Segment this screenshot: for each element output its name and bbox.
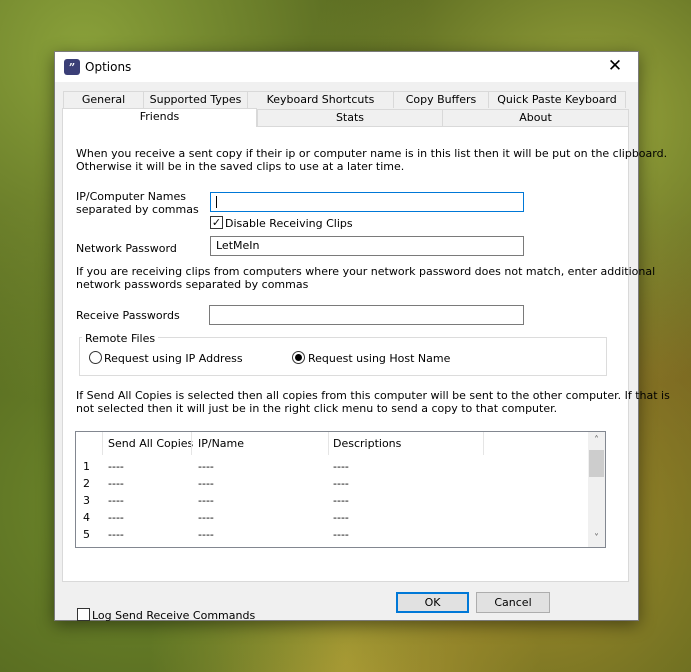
tab-stats[interactable]: Stats [257, 109, 443, 126]
cell-send-all[interactable]: ---- [108, 477, 124, 490]
row-number: 5 [83, 528, 90, 541]
receive-passwords-input[interactable] [209, 305, 524, 325]
app-logo-icon: ” [64, 59, 80, 75]
col-send-all-copies[interactable]: Send All Copies [108, 432, 193, 455]
intro-text-line1: When you receive a sent copy if their ip… [76, 147, 668, 160]
scroll-up-icon[interactable]: ˄ [588, 432, 605, 449]
cell-send-all[interactable]: ---- [108, 494, 124, 507]
radio-request-host[interactable] [292, 351, 305, 364]
tab-general[interactable]: General [63, 91, 144, 108]
col-separator [102, 432, 103, 455]
col-separator [483, 432, 484, 455]
cell-send-all[interactable]: ---- [108, 511, 124, 524]
tab-friends[interactable]: Friends [62, 108, 257, 127]
radio-selected-dot [295, 354, 302, 361]
row-number: 2 [83, 477, 90, 490]
tab-supported-types[interactable]: Supported Types [143, 91, 248, 108]
log-commands-label[interactable]: Log Send Receive Commands [92, 609, 255, 622]
title-bar[interactable]: ” Options ✕ [55, 52, 638, 82]
ip-names-label-line1: IP/Computer Names [76, 190, 186, 203]
text-caret [216, 195, 217, 208]
row-number: 4 [83, 511, 90, 524]
cell-ip-name[interactable]: ---- [198, 528, 214, 541]
receive-passwords-label: Receive Passwords [76, 309, 180, 322]
cell-ip-name[interactable]: ---- [198, 511, 214, 524]
remote-files-label: Remote Files [82, 332, 159, 345]
col-separator [328, 432, 329, 455]
cell-ip-name[interactable]: ---- [198, 477, 214, 490]
radio-request-ip[interactable] [89, 351, 102, 364]
intro-text-line2: Otherwise it will be in the saved clips … [76, 160, 405, 173]
cell-ip-name[interactable]: ---- [198, 494, 214, 507]
scroll-down-icon[interactable]: ˅ [588, 530, 605, 547]
cell-description[interactable]: ---- [333, 528, 349, 541]
col-descriptions[interactable]: Descriptions [333, 432, 401, 455]
cell-ip-name[interactable]: ---- [198, 460, 214, 473]
disable-receiving-checkbox[interactable]: ✓ [210, 216, 223, 229]
close-icon[interactable]: ✕ [592, 52, 638, 82]
ip-names-input[interactable] [210, 192, 524, 212]
cancel-button[interactable]: Cancel [476, 592, 550, 613]
radio-request-host-label[interactable]: Request using Host Name [308, 352, 450, 365]
grid-scrollbar[interactable]: ˄ ˅ [588, 432, 605, 547]
tab-quick-paste-keyboard[interactable]: Quick Paste Keyboard [488, 91, 626, 108]
tab-about[interactable]: About [442, 109, 629, 126]
scrollbar-thumb[interactable] [589, 450, 604, 477]
cell-description[interactable]: ---- [333, 477, 349, 490]
row-number: 3 [83, 494, 90, 507]
options-dialog: ” Options ✕ General Supported Types Keyb… [54, 51, 670, 622]
friends-list-grid[interactable]: Send All Copies IP/Name Descriptions 1 -… [75, 431, 606, 548]
extra-passwords-text-line1: If you are receiving clips from computer… [76, 265, 656, 278]
extra-passwords-text-line2: network passwords separated by commas [76, 278, 309, 291]
cell-send-all[interactable]: ---- [108, 528, 124, 541]
radio-request-ip-label[interactable]: Request using IP Address [104, 352, 243, 365]
col-separator [191, 432, 192, 455]
send-all-text-line2: not selected then it will just be in the… [76, 402, 558, 415]
tab-keyboard-shortcuts[interactable]: Keyboard Shortcuts [247, 91, 394, 108]
cell-send-all[interactable]: ---- [108, 460, 124, 473]
cell-description[interactable]: ---- [333, 460, 349, 473]
network-password-label: Network Password [76, 242, 177, 255]
send-all-text-line1: If Send All Copies is selected then all … [76, 389, 670, 402]
ok-button[interactable]: OK [396, 592, 469, 613]
network-password-input[interactable]: LetMeIn [210, 236, 524, 256]
window-title: Options [85, 60, 132, 74]
col-ip-name[interactable]: IP/Name [198, 432, 244, 455]
log-commands-checkbox[interactable] [77, 608, 90, 621]
cell-description[interactable]: ---- [333, 494, 349, 507]
disable-receiving-label[interactable]: Disable Receiving Clips [225, 217, 353, 230]
tab-copy-buffers[interactable]: Copy Buffers [393, 91, 489, 108]
cell-description[interactable]: ---- [333, 511, 349, 524]
row-number: 1 [83, 460, 90, 473]
ip-names-label-line2: separated by commas [76, 203, 199, 216]
